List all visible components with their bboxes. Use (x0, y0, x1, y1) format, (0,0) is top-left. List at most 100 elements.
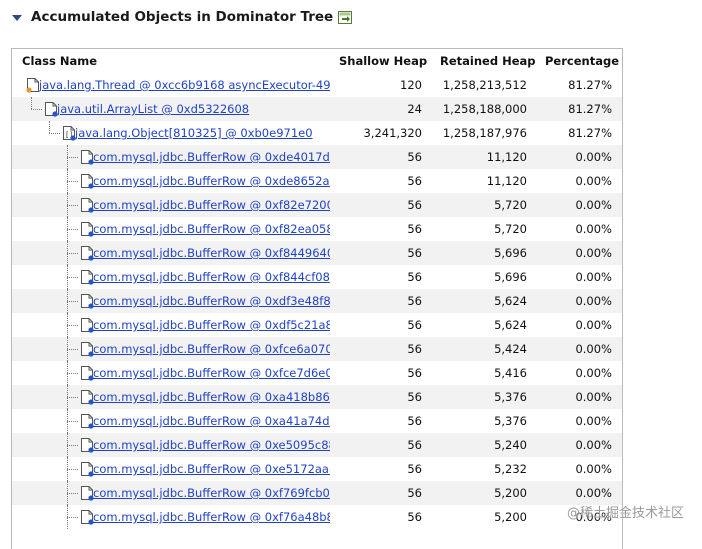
class-name-cell: com.mysql.jdbc.BufferRow @ 0xfce6a070 (12, 337, 330, 361)
table-row[interactable]: com.mysql.jdbc.BufferRow @ 0xa418b860 56 5… (12, 385, 622, 409)
percentage-cell: 0.00% (575, 414, 612, 428)
table-row[interactable]: com.mysql.jdbc.BufferRow @ 0xe5095c88 56 5… (12, 433, 622, 457)
table-row[interactable]: com.mysql.jdbc.BufferRow @ 0xf82ea058 56 5… (12, 217, 622, 241)
column-header-percentage[interactable]: Percentage (545, 49, 619, 73)
tree-connector (67, 169, 68, 193)
percentage-cell: 0.00% (575, 294, 612, 308)
retained-heap-cell: 5,376 (494, 414, 527, 428)
tree-connector (49, 133, 60, 134)
class-name-link[interactable]: java.lang.Object[810325] @ 0xb0e971e0 (75, 121, 313, 145)
tree-connector (67, 457, 68, 481)
percentage-cell: 0.00% (575, 198, 612, 212)
tree-connector (67, 301, 78, 302)
shallow-heap-cell: 56 (407, 150, 422, 164)
section-header[interactable]: Accumulated Objects in Dominator Tree (12, 6, 353, 28)
class-name-cell: com.mysql.jdbc.BufferRow @ 0xa418b860 (12, 385, 330, 409)
class-name-link[interactable]: com.mysql.jdbc.BufferRow @ 0xdf3e48f8 (93, 289, 330, 313)
class-name-link[interactable]: com.mysql.jdbc.BufferRow @ 0xf8449640 (93, 241, 330, 265)
class-name-cell: com.mysql.jdbc.BufferRow @ 0xf844cf08 (12, 265, 330, 289)
triangle-down-icon[interactable] (12, 14, 22, 21)
retained-heap-cell: 5,376 (494, 390, 527, 404)
class-name-link[interactable]: com.mysql.jdbc.BufferRow @ 0xf769fcb0 (93, 481, 330, 505)
retained-heap-cell: 5,696 (494, 270, 527, 284)
table-row[interactable]: com.mysql.jdbc.BufferRow @ 0xe5172aa8 56 5… (12, 457, 622, 481)
tree-connector (31, 109, 42, 110)
class-name-cell: java.util.ArrayList @ 0xd5322608 (12, 97, 330, 121)
class-name-link[interactable]: com.mysql.jdbc.BufferRow @ 0xf844cf08 (93, 265, 330, 289)
class-name-cell: com.mysql.jdbc.BufferRow @ 0xe5172aa8 (12, 457, 330, 481)
column-header-retained-heap[interactable]: Retained Heap (440, 49, 536, 73)
column-header-class-name[interactable]: Class Name (22, 49, 97, 73)
class-name-cell: com.mysql.jdbc.BufferRow @ 0xa41a74d8 (12, 409, 330, 433)
class-name-link[interactable]: com.mysql.jdbc.BufferRow @ 0xde8652a8 (93, 169, 330, 193)
class-name-link[interactable]: com.mysql.jdbc.BufferRow @ 0xa418b860 (93, 385, 330, 409)
class-name-link[interactable]: com.mysql.jdbc.BufferRow @ 0xa41a74d8 (93, 409, 330, 433)
table-row[interactable]: com.mysql.jdbc.BufferRow @ 0xf76a48b8 56 5… (12, 505, 622, 529)
retained-heap-cell: 5,696 (494, 246, 527, 260)
table-row[interactable]: [] java.lang.Object[810325] @ 0xb0e971e0 3… (12, 121, 622, 145)
class-name-cell: com.mysql.jdbc.BufferRow @ 0xf82e7200 (12, 193, 330, 217)
shallow-heap-cell: 56 (407, 510, 422, 524)
class-name-link[interactable]: com.mysql.jdbc.BufferRow @ 0xe5095c88 (93, 433, 330, 457)
table-row[interactable]: com.mysql.jdbc.BufferRow @ 0xa41a74d8 56 5… (12, 409, 622, 433)
tree-connector (67, 361, 68, 385)
class-name-link[interactable]: java.lang.Thread @ 0xcc6b9168 asyncExecu… (39, 73, 330, 97)
class-name-link[interactable]: com.mysql.jdbc.BufferRow @ 0xe5172aa8 (93, 457, 330, 481)
class-name-link[interactable]: com.mysql.jdbc.BufferRow @ 0xdf5c21a8 (93, 313, 330, 337)
table-row[interactable]: com.mysql.jdbc.BufferRow @ 0xf8449640 56 5… (12, 241, 622, 265)
percentage-cell: 0.00% (575, 150, 612, 164)
class-name-cell: com.mysql.jdbc.BufferRow @ 0xe5095c88 (12, 433, 330, 457)
table-row[interactable]: com.mysql.jdbc.BufferRow @ 0xdf3e48f8 56 5… (12, 289, 622, 313)
tree-connector (67, 265, 68, 289)
class-name-cell: com.mysql.jdbc.BufferRow @ 0xdf5c21a8 (12, 313, 330, 337)
class-name-link[interactable]: java.util.ArrayList @ 0xd5322608 (57, 97, 249, 121)
retained-heap-cell: 5,624 (494, 294, 527, 308)
retained-heap-cell: 5,416 (494, 366, 527, 380)
export-icon[interactable] (338, 10, 353, 24)
tree-connector (67, 277, 78, 278)
table-row[interactable]: com.mysql.jdbc.BufferRow @ 0xfce6a070 56 5… (12, 337, 622, 361)
percentage-cell: 0.00% (575, 342, 612, 356)
retained-heap-cell: 5,424 (494, 342, 527, 356)
shallow-heap-cell: 56 (407, 294, 422, 308)
tree-connector (67, 337, 68, 361)
shallow-heap-cell: 56 (407, 270, 422, 284)
table-row[interactable]: com.mysql.jdbc.BufferRow @ 0xde4017d8 56 1… (12, 145, 622, 169)
table-row[interactable]: com.mysql.jdbc.BufferRow @ 0xf82e7200 56 5… (12, 193, 622, 217)
table-row[interactable]: com.mysql.jdbc.BufferRow @ 0xdf5c21a8 56 5… (12, 313, 622, 337)
object-icon (81, 150, 94, 165)
class-name-link[interactable]: com.mysql.jdbc.BufferRow @ 0xde4017d8 (93, 145, 330, 169)
class-name-link[interactable]: com.mysql.jdbc.BufferRow @ 0xf82ea058 (93, 217, 330, 241)
tree-connector (67, 397, 78, 398)
table-row[interactable]: java.lang.Thread @ 0xcc6b9168 asyncExecu… (12, 73, 622, 97)
object-icon (81, 174, 94, 189)
tree-connector (67, 313, 68, 337)
tree-connector (67, 193, 68, 217)
tree-connector (67, 217, 68, 241)
class-name-link[interactable]: com.mysql.jdbc.BufferRow @ 0xf76a48b8 (93, 505, 330, 529)
tree-connector (67, 505, 68, 529)
shallow-heap-cell: 120 (400, 78, 422, 92)
object-icon (81, 414, 94, 429)
percentage-cell: 0.00% (575, 318, 612, 332)
array-icon: [] (63, 126, 76, 141)
class-name-link[interactable]: com.mysql.jdbc.BufferRow @ 0xfce6a070 (93, 337, 330, 361)
object-icon (81, 342, 94, 357)
class-name-link[interactable]: com.mysql.jdbc.BufferRow @ 0xf82e7200 (93, 193, 330, 217)
table-row[interactable]: com.mysql.jdbc.BufferRow @ 0xde8652a8 56 1… (12, 169, 622, 193)
retained-heap-cell: 5,200 (494, 486, 527, 500)
table-row[interactable]: com.mysql.jdbc.BufferRow @ 0xf769fcb0 56 5… (12, 481, 622, 505)
class-name-cell: com.mysql.jdbc.BufferRow @ 0xf769fcb0 (12, 481, 330, 505)
retained-heap-cell: 5,240 (494, 438, 527, 452)
tree-connector (67, 229, 78, 230)
retained-heap-cell: 5,624 (494, 318, 527, 332)
tree-connector (67, 433, 68, 457)
table-row[interactable]: com.mysql.jdbc.BufferRow @ 0xf844cf08 56 5… (12, 265, 622, 289)
class-name-link[interactable]: com.mysql.jdbc.BufferRow @ 0xfce7d6e0 (93, 361, 330, 385)
object-icon (81, 222, 94, 237)
column-header-shallow-heap[interactable]: Shallow Heap (339, 49, 427, 73)
shallow-heap-cell: 24 (407, 102, 422, 116)
table-row[interactable]: com.mysql.jdbc.BufferRow @ 0xfce7d6e0 56 5… (12, 361, 622, 385)
retained-heap-cell: 1,258,187,976 (442, 126, 527, 140)
table-row[interactable]: java.util.ArrayList @ 0xd5322608 24 1,258,… (12, 97, 622, 121)
